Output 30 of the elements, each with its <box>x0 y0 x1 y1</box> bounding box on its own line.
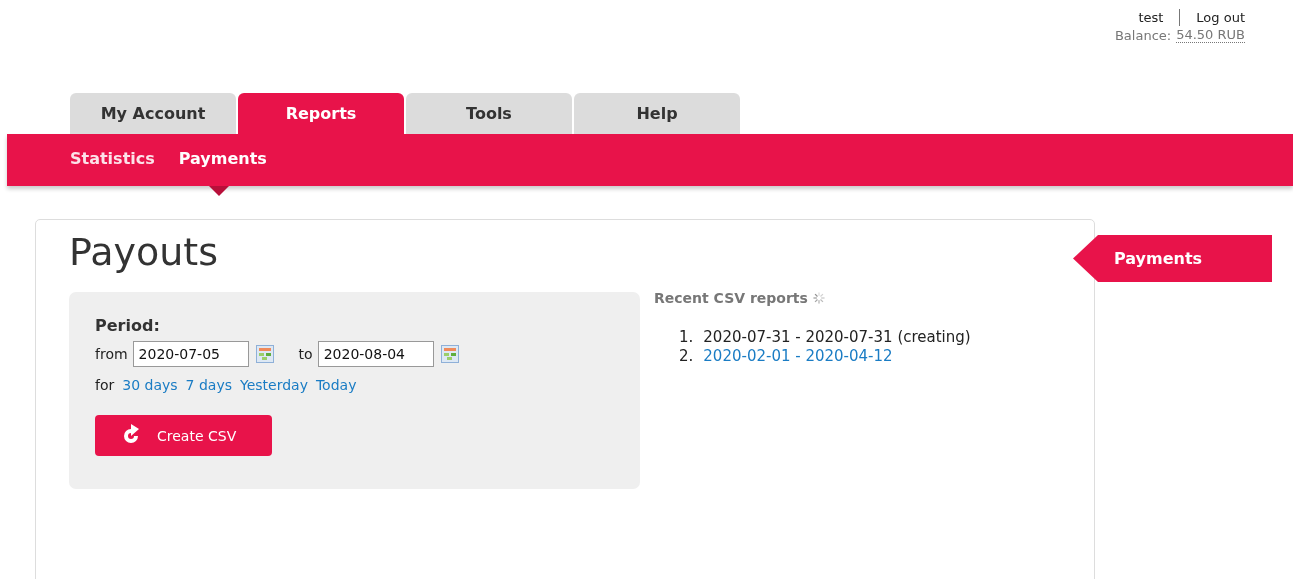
report-link[interactable]: 2020-02-01 - 2020-04-12 <box>703 347 893 366</box>
to-label: to <box>298 346 313 362</box>
nav-tab[interactable]: Tools <box>406 93 572 134</box>
period-shortcut-link[interactable]: 7 days <box>185 377 232 393</box>
from-label: from <box>95 346 128 362</box>
user-name: test <box>1138 9 1164 25</box>
period-shortcut-link[interactable]: Yesterday <box>239 377 308 393</box>
subnav-link[interactable]: Statistics <box>70 134 155 168</box>
for-label: for <box>95 377 115 393</box>
calendar-icon[interactable] <box>255 345 274 363</box>
period-shortcut-link[interactable]: 30 days <box>122 377 178 393</box>
nav-tab[interactable]: Reports <box>238 93 404 134</box>
balance-amount: 54.50 RUB <box>1176 27 1245 43</box>
list-number: 2. <box>679 347 694 366</box>
page-title: Payouts <box>69 230 219 274</box>
logout-link[interactable]: Log out <box>1196 9 1245 25</box>
report-status: 2020-07-31 - 2020-07-31 (creating) <box>703 328 971 347</box>
nav-tab[interactable]: My Account <box>70 93 236 134</box>
list-number: 1. <box>679 328 694 347</box>
calendar-icon[interactable] <box>440 345 459 363</box>
period-shortcut-link[interactable]: Today <box>315 377 357 393</box>
to-date-field[interactable]: 2020-08-04 <box>317 341 434 367</box>
create-csv-button[interactable]: Create CSV <box>95 415 272 456</box>
nav-tab[interactable]: Help <box>574 93 740 134</box>
section-tag: Payments <box>1073 235 1272 282</box>
period-label: Period: <box>95 316 161 335</box>
reports-title: Recent CSV reports <box>654 290 808 306</box>
from-date-field[interactable]: 2020-07-05 <box>132 341 249 367</box>
balance-label: Balance: <box>1114 27 1172 43</box>
subnav-link[interactable]: Payments <box>178 134 267 168</box>
